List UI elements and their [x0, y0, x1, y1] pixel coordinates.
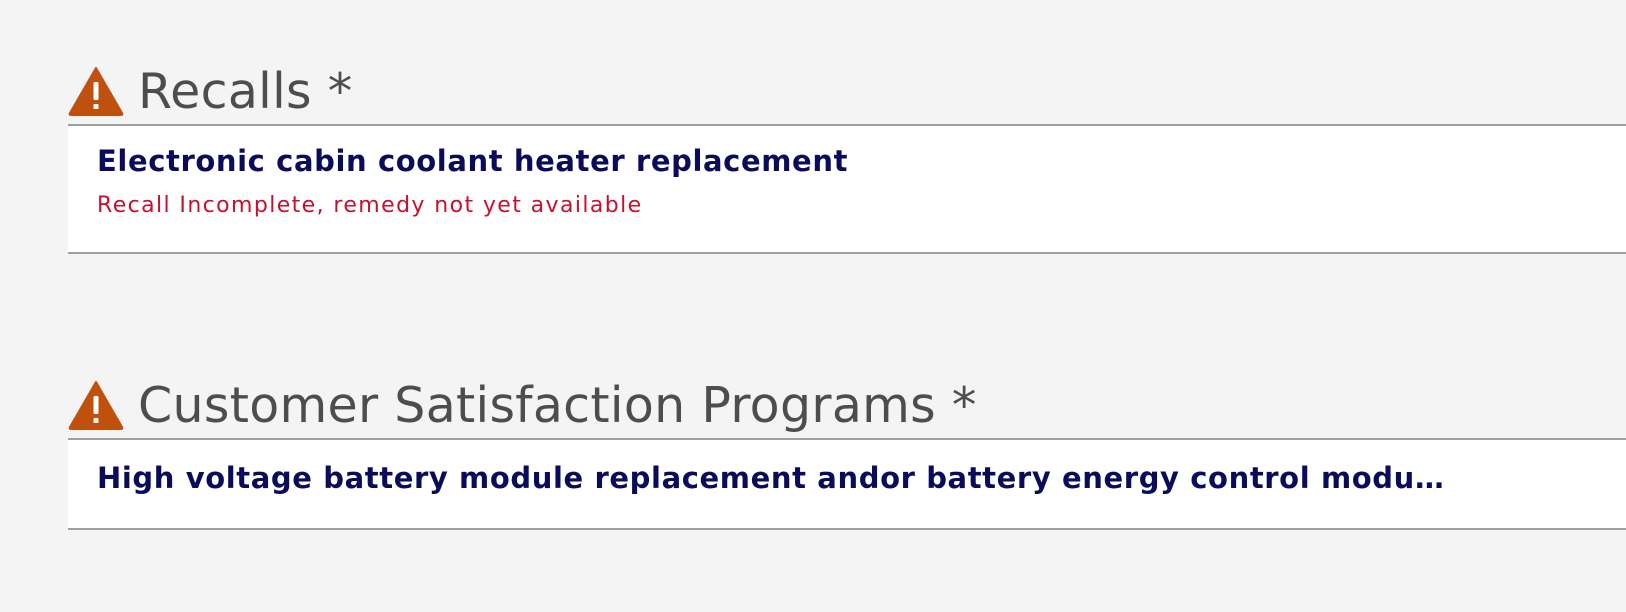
recall-list-item[interactable]: Electronic cabin coolant heater replacem…	[68, 124, 1626, 254]
recalls-header: Recalls *	[68, 66, 1626, 116]
csp-list-item[interactable]: High voltage battery module replacement …	[68, 438, 1626, 530]
warning-triangle-icon	[68, 67, 124, 116]
recall-item-title[interactable]: Electronic cabin coolant heater replacem…	[97, 126, 1626, 179]
vehicle-alerts-page: Recalls * Electronic cabin coolant heate…	[0, 0, 1626, 612]
recalls-title: Recalls *	[138, 62, 353, 120]
csp-item-title[interactable]: High voltage battery module replacement …	[97, 440, 1626, 496]
csp-header: Customer Satisfaction Programs *	[68, 380, 1626, 430]
csp-title: Customer Satisfaction Programs *	[138, 376, 977, 434]
customer-satisfaction-programs-section: Customer Satisfaction Programs * High vo…	[68, 380, 1626, 530]
recall-item-status: Recall Incomplete, remedy not yet availa…	[97, 192, 643, 218]
recalls-section: Recalls * Electronic cabin coolant heate…	[68, 66, 1626, 254]
warning-triangle-icon	[68, 381, 124, 430]
